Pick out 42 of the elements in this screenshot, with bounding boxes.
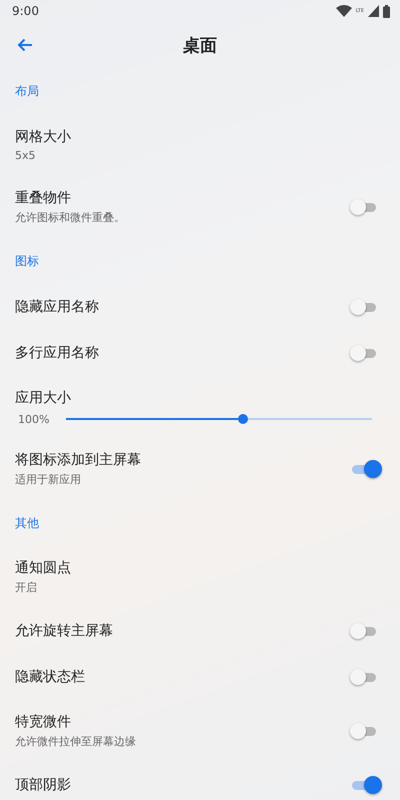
page-title: 桌面 <box>183 34 217 56</box>
settings-item[interactable]: 隐藏应用名称 <box>0 284 400 330</box>
toggle-switch[interactable] <box>350 722 378 740</box>
settings-item[interactable]: 顶部阴影 <box>0 762 400 800</box>
setting-subtitle: 适用于新应用 <box>15 472 82 487</box>
setting-title: 允许旋转主屏幕 <box>15 622 113 640</box>
toggle-switch[interactable] <box>350 344 378 362</box>
battery-icon <box>383 4 390 18</box>
section-header: 图标 <box>15 252 39 270</box>
settings-item[interactable]: 隐藏状态栏 <box>0 654 400 700</box>
setting-title: 特宽微件 <box>15 713 72 731</box>
setting-title: 隐藏应用名称 <box>15 298 99 316</box>
settings-item[interactable]: 通知圆点 开启 <box>0 546 400 608</box>
wifi-icon <box>336 5 352 17</box>
settings-item[interactable]: 重叠物件 允许图标和微件重叠。 <box>0 176 400 238</box>
setting-subtitle: 5x5 <box>15 149 37 162</box>
settings-item[interactable]: 多行应用名称 <box>0 330 400 376</box>
toggle-switch[interactable] <box>350 622 378 640</box>
settings-item[interactable]: 网格大小 5x5 <box>0 114 400 176</box>
setting-title: 网格大小 <box>15 128 71 146</box>
setting-title: 隐藏状态栏 <box>15 668 85 686</box>
back-arrow-icon[interactable] <box>17 38 33 52</box>
toggle-switch[interactable] <box>350 298 378 316</box>
setting-title: 多行应用名称 <box>15 344 99 362</box>
setting-title: 重叠物件 <box>15 189 72 207</box>
status-time: 9:00 <box>12 4 39 18</box>
setting-subtitle: 允许图标和微件重叠。 <box>15 210 125 225</box>
settings-item[interactable]: 特宽微件 允许微件拉伸至屏幕边缘 <box>0 700 400 762</box>
toggle-switch[interactable] <box>350 668 378 686</box>
settings-item[interactable]: 允许旋转主屏幕 <box>0 608 400 654</box>
setting-subtitle: 允许微件拉伸至屏幕边缘 <box>15 734 136 749</box>
setting-title: 顶部阴影 <box>15 776 71 794</box>
section-header: 其他 <box>15 514 39 532</box>
toggle-switch[interactable] <box>350 198 378 216</box>
setting-title: 应用大小 <box>15 388 72 406</box>
section-header: 布局 <box>15 82 39 100</box>
setting-subtitle: 开启 <box>15 580 38 595</box>
setting-title: 通知圆点 <box>15 559 71 577</box>
setting-title: 将图标添加到主屏幕 <box>15 451 141 469</box>
signal-icon <box>368 5 379 17</box>
settings-item[interactable]: 将图标添加到主屏幕 适用于新应用 <box>0 438 400 500</box>
slider-value: 100% <box>17 412 50 426</box>
